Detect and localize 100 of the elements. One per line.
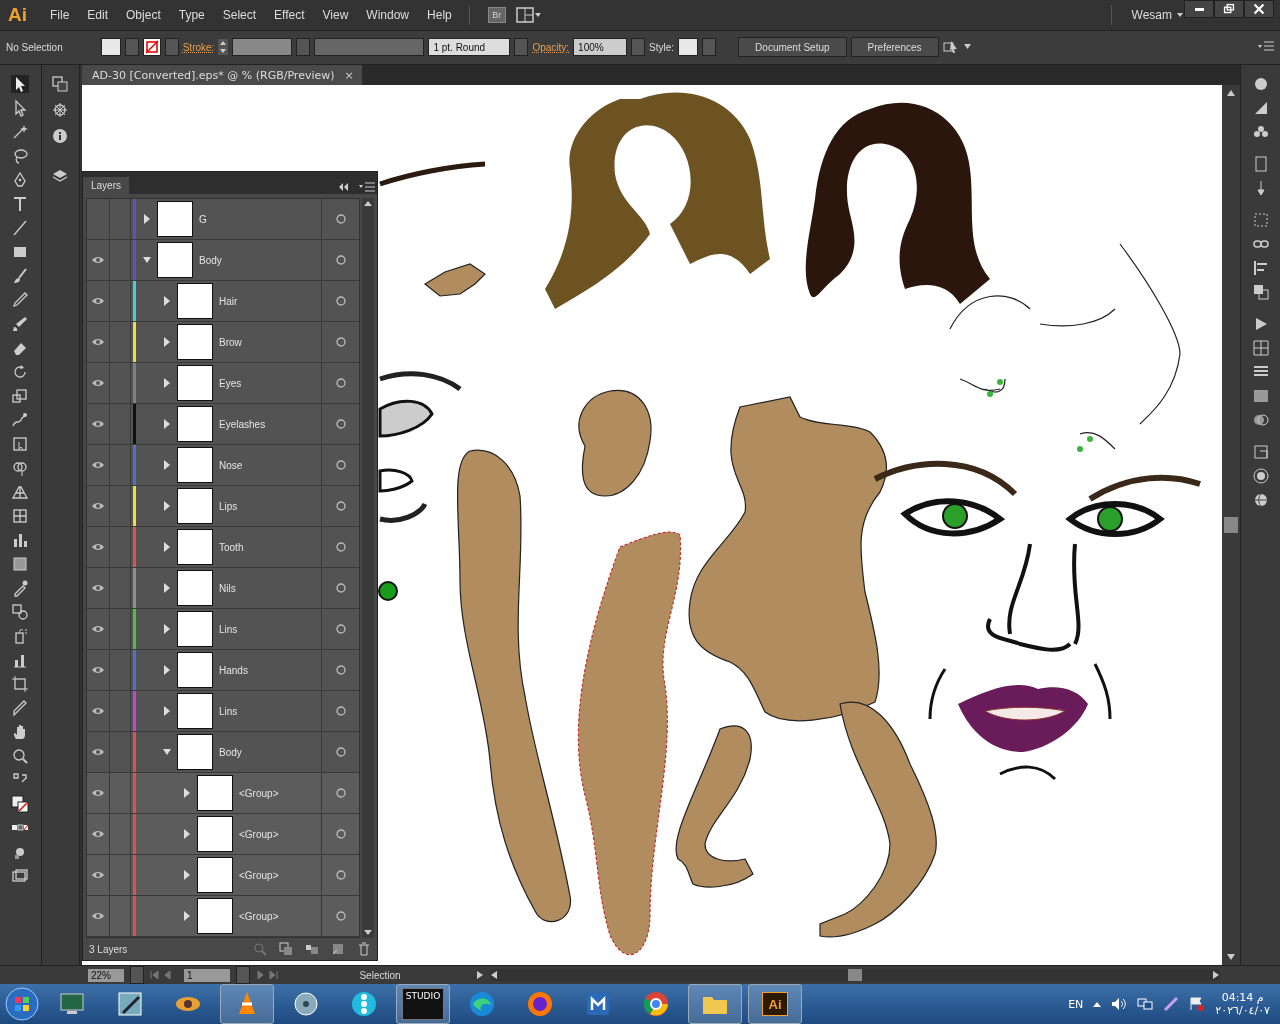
scroll-left-icon[interactable] (490, 970, 498, 980)
mesh-icon[interactable] (11, 507, 30, 525)
transform-icon[interactable] (1251, 211, 1270, 229)
menu-item[interactable]: Effect (265, 7, 314, 22)
scroll-up-icon[interactable] (1226, 89, 1236, 97)
expand-triangle-icon[interactable] (183, 870, 191, 880)
illustrator-taskbar-icon[interactable]: Ai (762, 992, 788, 1016)
clipping-mask-icon[interactable] (279, 942, 293, 956)
gradient-icon[interactable] (1251, 387, 1270, 405)
layer-row[interactable]: Lins (87, 691, 359, 732)
layer-row[interactable]: G (87, 199, 359, 240)
panel-tab[interactable]: Layers (83, 177, 129, 194)
brush-field[interactable]: 1 pt. Round (428, 38, 511, 57)
menu-item[interactable]: Window (357, 7, 419, 22)
network-icon[interactable] (1137, 997, 1154, 1011)
magic-wand-icon[interactable] (11, 123, 30, 141)
layer-row[interactable]: <Group> (87, 773, 359, 814)
style-swatch[interactable] (678, 38, 699, 57)
caret-icon[interactable] (1176, 11, 1184, 18)
opacity-field[interactable]: 100% (573, 38, 628, 57)
layer-row[interactable]: Body (87, 240, 359, 281)
start-button[interactable] (4, 986, 40, 1022)
symbols-panel-icon[interactable] (51, 101, 70, 119)
zoom-field[interactable]: 22% (88, 968, 124, 982)
user-menu[interactable]: Wesam (1119, 7, 1176, 22)
lasso-icon[interactable] (11, 147, 30, 165)
menu-item[interactable]: Select (213, 7, 266, 22)
expand-triangle-icon[interactable] (163, 747, 171, 757)
caret-up-icon[interactable] (1093, 1001, 1102, 1007)
layer-row[interactable]: Eyes (87, 363, 359, 404)
horizontal-scrollbar[interactable] (490, 969, 1220, 981)
expand-triangle-icon[interactable] (163, 706, 171, 716)
expand-triangle-icon[interactable] (163, 460, 171, 470)
artboard-icon[interactable] (11, 675, 30, 693)
overlap-circles-icon[interactable] (1251, 411, 1270, 429)
layer-row[interactable]: Lins (87, 609, 359, 650)
layer-row[interactable]: Body (87, 732, 359, 773)
scroll-thumb[interactable] (1224, 517, 1238, 533)
play-icon[interactable] (476, 970, 484, 980)
menu-item[interactable]: View (313, 7, 358, 22)
minimize-button[interactable] (1184, 0, 1214, 18)
pathfinder-icon[interactable] (1251, 283, 1270, 301)
screen-mode-icon[interactable] (11, 867, 30, 885)
scroll-down-icon[interactable] (1226, 953, 1236, 961)
paintbrush-icon[interactable] (11, 267, 30, 285)
document-tab[interactable]: AD-30 [Converted].eps* @ % (RGB/Preview) × (82, 65, 362, 85)
clock[interactable]: م 04:14 ٢٠٢٦/٠٤/٠٧ (1215, 991, 1270, 1017)
new-sublayer-icon[interactable] (305, 942, 319, 956)
expand-triangle-icon[interactable] (163, 296, 171, 306)
menu-item[interactable]: File (41, 7, 79, 22)
layer-row[interactable]: <Group> (87, 814, 359, 855)
align-icon[interactable] (1251, 259, 1270, 277)
layer-row[interactable]: Nose (87, 445, 359, 486)
stroke-none-swatch[interactable] (142, 38, 161, 57)
zoom-icon[interactable] (11, 747, 30, 765)
fill-stroke-swatches-icon[interactable] (11, 795, 30, 813)
scroll-thumb[interactable] (848, 969, 862, 981)
film-reel-icon[interactable] (291, 989, 321, 1019)
pen-icon[interactable] (115, 989, 145, 1019)
expand-triangle-icon[interactable] (183, 829, 191, 839)
toolbar-button[interactable]: Preferences (850, 37, 939, 58)
expand-triangle-icon[interactable] (163, 378, 171, 388)
stepper-icon[interactable] (218, 39, 229, 56)
variable-width-field[interactable] (314, 38, 425, 57)
opacity-label[interactable]: Opacity: (532, 41, 570, 53)
studio-app-icon[interactable]: STUDIO (402, 988, 444, 1020)
stroke-weight-field[interactable] (232, 38, 293, 57)
expand-triangle-icon[interactable] (163, 624, 171, 634)
scale-icon[interactable] (11, 387, 30, 405)
layer-row[interactable]: Hands (87, 650, 359, 691)
expand-triangle-icon[interactable] (163, 583, 171, 593)
layer-row[interactable]: <Group> (87, 855, 359, 896)
arrange-icon[interactable] (942, 39, 973, 56)
speaker-icon[interactable] (1111, 997, 1128, 1011)
wave-icon[interactable] (467, 989, 497, 1019)
panel-scrollbar[interactable] (362, 198, 374, 938)
panel-menu-icon[interactable] (337, 180, 377, 194)
warp-icon[interactable] (11, 411, 30, 429)
menu-item[interactable]: Object (117, 7, 170, 22)
expand-triangle-icon[interactable] (143, 255, 151, 265)
layer-row[interactable]: Tooth (87, 527, 359, 568)
bar-graph-icon[interactable] (11, 531, 30, 549)
info-icon[interactable] (51, 127, 70, 145)
language-indicator[interactable]: EN (1068, 997, 1084, 1011)
layer-row[interactable]: Hair (87, 281, 359, 322)
new-layer-icon[interactable] (331, 942, 345, 956)
trash-icon[interactable] (357, 942, 371, 956)
layer-row[interactable]: Nils (87, 568, 359, 609)
export-icon[interactable] (1251, 443, 1270, 461)
toolbar-button[interactable]: Document Setup (738, 37, 847, 58)
shape-builder-icon[interactable] (11, 459, 30, 477)
pencil-icon[interactable] (11, 291, 30, 309)
restore-button[interactable] (1214, 0, 1244, 18)
free-transform-icon[interactable] (11, 435, 30, 453)
menu-icon[interactable] (1258, 41, 1274, 54)
artboards-panel-icon[interactable] (51, 75, 70, 93)
vertical-scrollbar[interactable] (1222, 85, 1240, 965)
menu-item[interactable]: Edit (78, 7, 118, 22)
expand-triangle-icon[interactable] (163, 665, 171, 675)
layer-row[interactable]: Eyelashes (87, 404, 359, 445)
